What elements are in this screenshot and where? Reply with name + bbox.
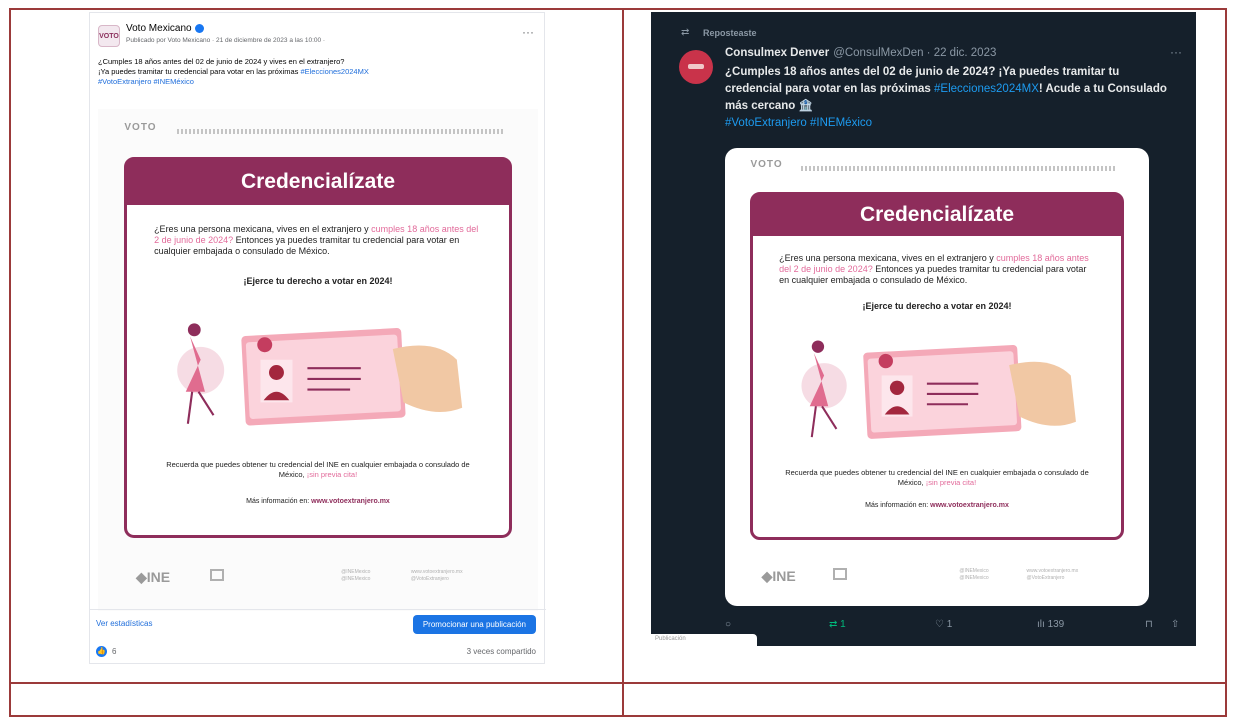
views-count: 139 — [1047, 619, 1065, 630]
views-button[interactable]: ılı 139 — [1037, 619, 1064, 630]
poster-website: www.votoextranjero.mx — [311, 497, 390, 505]
poster-paragraph-start: ¿Eres una persona mexicana, vives en el … — [154, 223, 372, 234]
hashtag-voto-extranjero[interactable]: #VotoExtranjero — [98, 77, 151, 86]
facebook-post: VOTO Voto Mexicano Publicado por Voto Me… — [89, 12, 546, 664]
credential-illustration — [801, 340, 1076, 440]
social-link: @INEMexico — [959, 574, 989, 581]
handle-date[interactable]: @ConsulMexDen · 22 dic. 2023 — [833, 47, 996, 59]
poster-more-info-label: Más información en: — [246, 497, 312, 505]
poster-title: Credencialízate — [753, 194, 1121, 236]
tweet: ⇄ Reposteaste Consulmex Denver @ConsulMex… — [651, 12, 1196, 646]
post-text-line3: #VotoExtranjero #INEMéxico — [98, 77, 528, 87]
repost-count: 1 — [840, 619, 846, 630]
ine-logo: ◆INE — [136, 568, 171, 585]
post-text-line2: ¡Ya puedes tramitar tu credencial para v… — [98, 67, 528, 77]
poster: VOTO Credencialízate ¿Eres una persona m… — [98, 109, 538, 611]
tweet-image[interactable]: VOTO Credencialízate ¿Eres una persona m… — [725, 148, 1149, 606]
poster-exhortation: ¡Ejerce tu derecho a votar en 2024! — [243, 276, 393, 287]
social-link: www.votoextranjero.mx — [410, 568, 463, 575]
ine-emblem-icon — [209, 568, 224, 581]
repost-action-icon: ⇄ — [829, 619, 838, 630]
social-link: www.votoextranjero.mx — [1026, 567, 1079, 574]
bar-chart-icon: ılı — [1037, 619, 1045, 630]
poster-reminder: Recuerda que puedes obtener tu credencia… — [158, 460, 478, 480]
social-link: @INEMexico — [341, 575, 371, 582]
social-link: @VotoExtranjero — [1026, 574, 1065, 581]
post-header: VOTO Voto Mexicano Publicado por Voto Me… — [98, 21, 538, 51]
poster-more-info-label: Más información en: — [865, 502, 931, 510]
social-links-1: @INEMexico @INEMexico — [959, 568, 988, 582]
account-name[interactable]: Consulmex Denver @ConsulMexDen · 22 dic. … — [725, 47, 996, 59]
header-divider — [801, 166, 1116, 172]
poster-paragraph: ¿Eres una persona mexicana, vives en el … — [779, 253, 1095, 286]
repost-label: Reposteaste — [703, 28, 757, 38]
poster-more-info: Más información en: www.votoextranjero.m… — [127, 498, 508, 505]
social-links-2: www.votoextranjero.mx @VotoExtranjero — [1027, 568, 1079, 582]
voto-logo: VOTO — [124, 121, 157, 133]
tweet-text: ¿Cumples 18 años antes del 02 de junio d… — [725, 64, 1175, 132]
hashtag-elecciones[interactable]: #Elecciones2024MX — [300, 67, 368, 76]
poster-exhortation: ¡Ejerce tu derecho a votar en 2024! — [862, 300, 1012, 311]
verified-icon — [194, 23, 204, 33]
poster-reminder-highlight: ¡sin previa cita! — [306, 470, 358, 480]
like-count[interactable]: 6 — [112, 647, 116, 656]
poster-paragraph-start: ¿Eres una persona mexicana, vives en el … — [779, 252, 997, 263]
hashtag-ine-mexico[interactable]: #INEMéxico — [153, 77, 193, 86]
share-count[interactable]: 3 veces compartido — [467, 647, 536, 656]
poster-card: Credencialízate ¿Eres una persona mexica… — [750, 191, 1124, 540]
view-stats-link[interactable]: Ver estadísticas — [96, 619, 152, 628]
ine-emblem-icon — [832, 567, 847, 580]
post-actions: Ver estadísticas Promocionar una publica… — [90, 609, 546, 639]
share-icon[interactable]: ⇧ — [1171, 619, 1179, 630]
social-link: @INEMexico — [341, 568, 371, 575]
poster-title: Credencialízate — [127, 159, 509, 205]
social-link: @INEMexico — [959, 567, 989, 574]
poster-reminder: Recuerda que puedes obtener tu credencia… — [783, 468, 1091, 488]
social-links-1: @INEMexico @INEMexico — [341, 569, 370, 583]
post-text-line2-body: ¡Ya puedes tramitar tu credencial para v… — [98, 67, 299, 76]
bookmark-icon[interactable]: ⊓ — [1145, 619, 1153, 630]
page-logo[interactable]: VOTO — [98, 25, 120, 47]
repost-icon: ⇄ — [681, 27, 690, 38]
post-footer: 👍 6 3 veces compartido — [90, 643, 546, 663]
hashtag-elecciones[interactable]: #Elecciones2024MX — [934, 83, 1039, 95]
like-reaction-icon[interactable]: 👍 — [96, 646, 107, 657]
poster-footer: ◆INE @INEMexico @INEMexico www.votoextran… — [750, 560, 1123, 597]
more-horizontal-icon[interactable]: ··· — [1170, 45, 1182, 59]
poster: VOTO Credencialízate ¿Eres una persona m… — [725, 148, 1149, 606]
like-count: 1 — [946, 619, 953, 630]
more-horizontal-icon[interactable]: ··· — [522, 25, 534, 39]
hashtags-line[interactable]: #VotoExtranjero #INEMéxico — [725, 117, 872, 129]
table-row-divider — [9, 682, 1227, 684]
poster-website: www.votoextranjero.mx — [930, 502, 1009, 510]
voto-logo: VOTO — [750, 159, 783, 171]
heart-icon: ♡ — [935, 619, 944, 630]
post-meta: Publicado por Voto Mexicano · 21 de dici… — [126, 37, 326, 44]
header-divider — [177, 129, 503, 135]
like-button[interactable]: ♡ 1 — [935, 619, 952, 630]
credential-illustration — [177, 323, 463, 426]
reply-icon[interactable]: ○ — [725, 619, 731, 630]
post-image[interactable]: VOTO Credencialízate ¿Eres una persona m… — [98, 109, 538, 611]
poster-footer: ◆INE @INEMexico @INEMexico www.votoextran… — [124, 561, 511, 601]
tweet-actions: ○ ⇄ 1 ♡ 1 ılı 139 ⊓ ⇧ — [725, 617, 1185, 637]
poster-more-info: Más información en: www.votoextranjero.m… — [753, 502, 1120, 509]
repost-button[interactable]: ⇄ 1 — [829, 619, 846, 630]
promote-button[interactable]: Promocionar una publicación — [412, 615, 536, 634]
poster-reminder-highlight: ¡sin previa cita! — [925, 478, 977, 488]
post-text-line1: ¿Cumples 18 años antes del 02 de junio d… — [98, 57, 345, 66]
ine-logo: ◆INE — [761, 567, 796, 584]
post-text: ¿Cumples 18 años antes del 02 de junio d… — [98, 57, 528, 87]
page-name[interactable]: Voto Mexicano — [126, 23, 204, 34]
page-name-text[interactable]: Voto Mexicano — [126, 23, 192, 34]
poster-paragraph: ¿Eres una persona mexicana, vives en el … — [154, 224, 482, 257]
social-link: @VotoExtranjero — [410, 575, 449, 582]
avatar[interactable] — [679, 50, 713, 84]
poster-card: Credencialízate ¿Eres una persona mexica… — [124, 156, 512, 539]
toast: Publicación — [651, 634, 757, 648]
social-links-2: www.votoextranjero.mx @VotoExtranjero — [411, 569, 463, 583]
table-column-divider — [622, 8, 624, 717]
account-name-text[interactable]: Consulmex Denver — [725, 47, 829, 59]
